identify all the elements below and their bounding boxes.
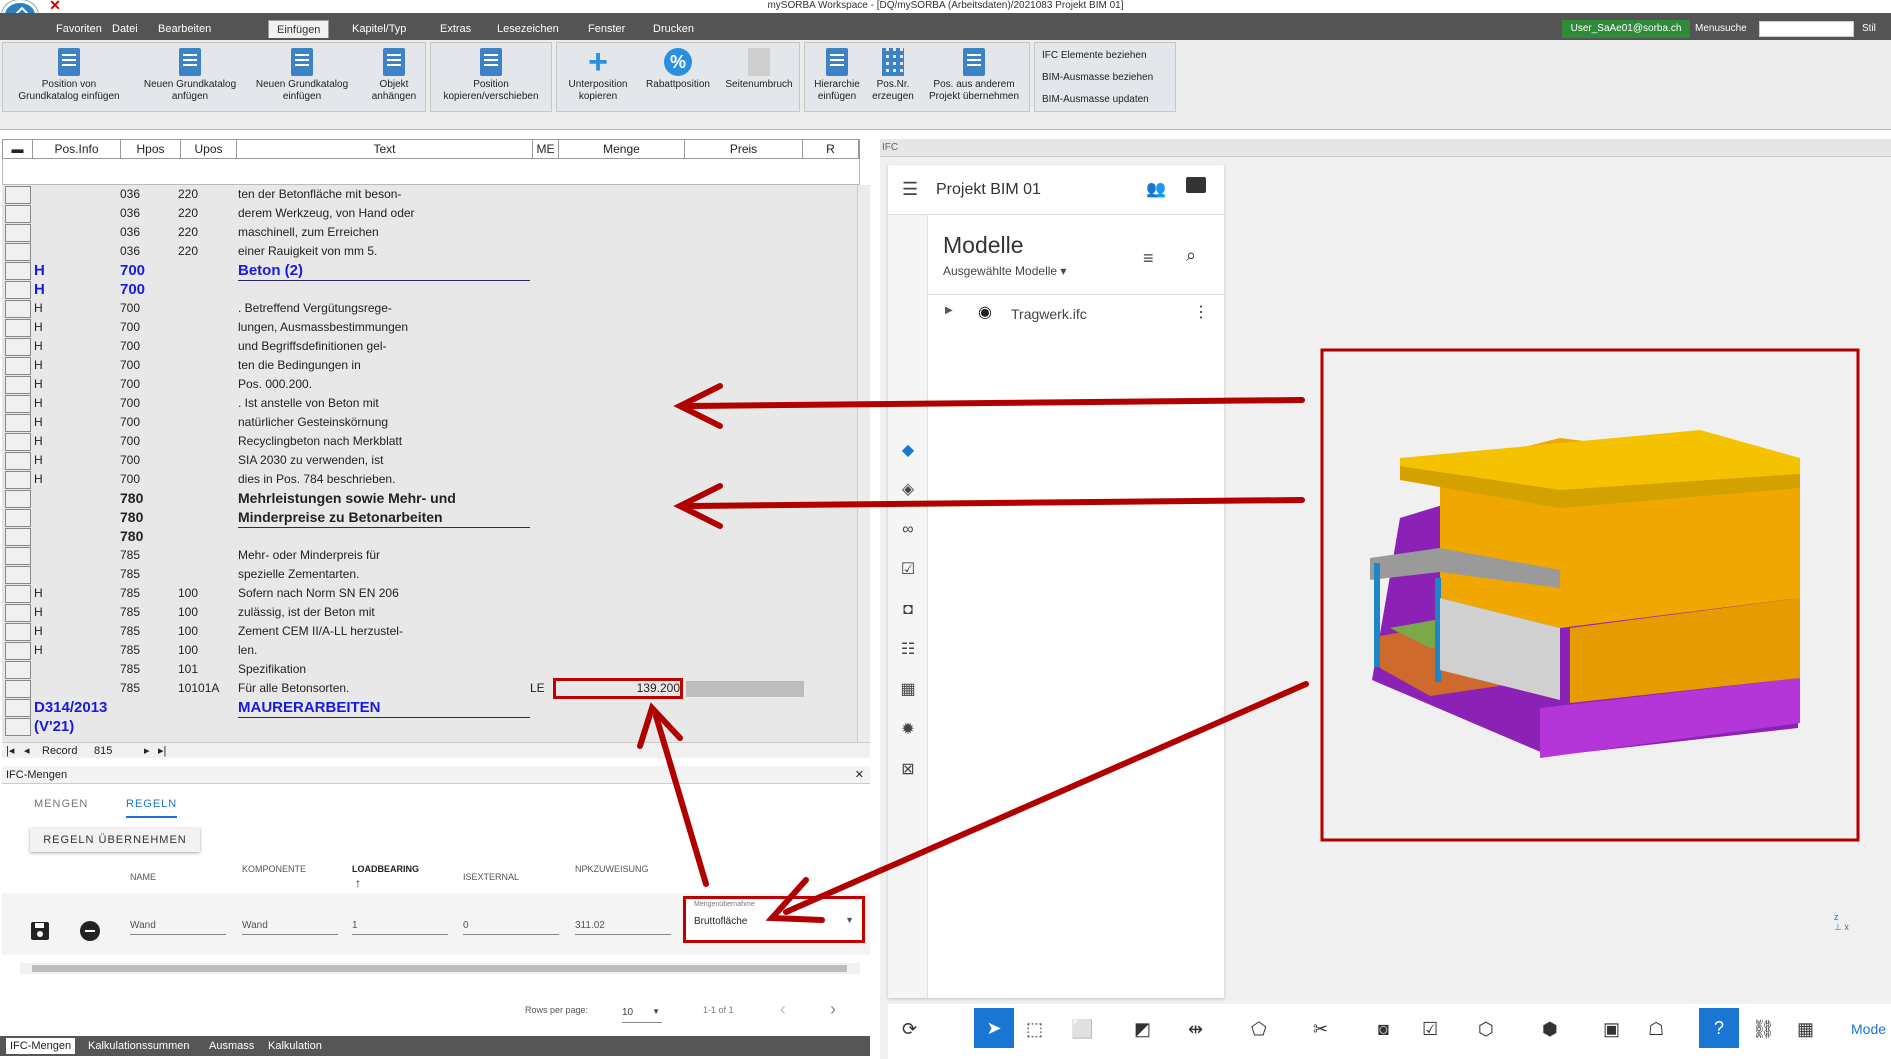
annotation-overlay <box>637 383 1309 923</box>
